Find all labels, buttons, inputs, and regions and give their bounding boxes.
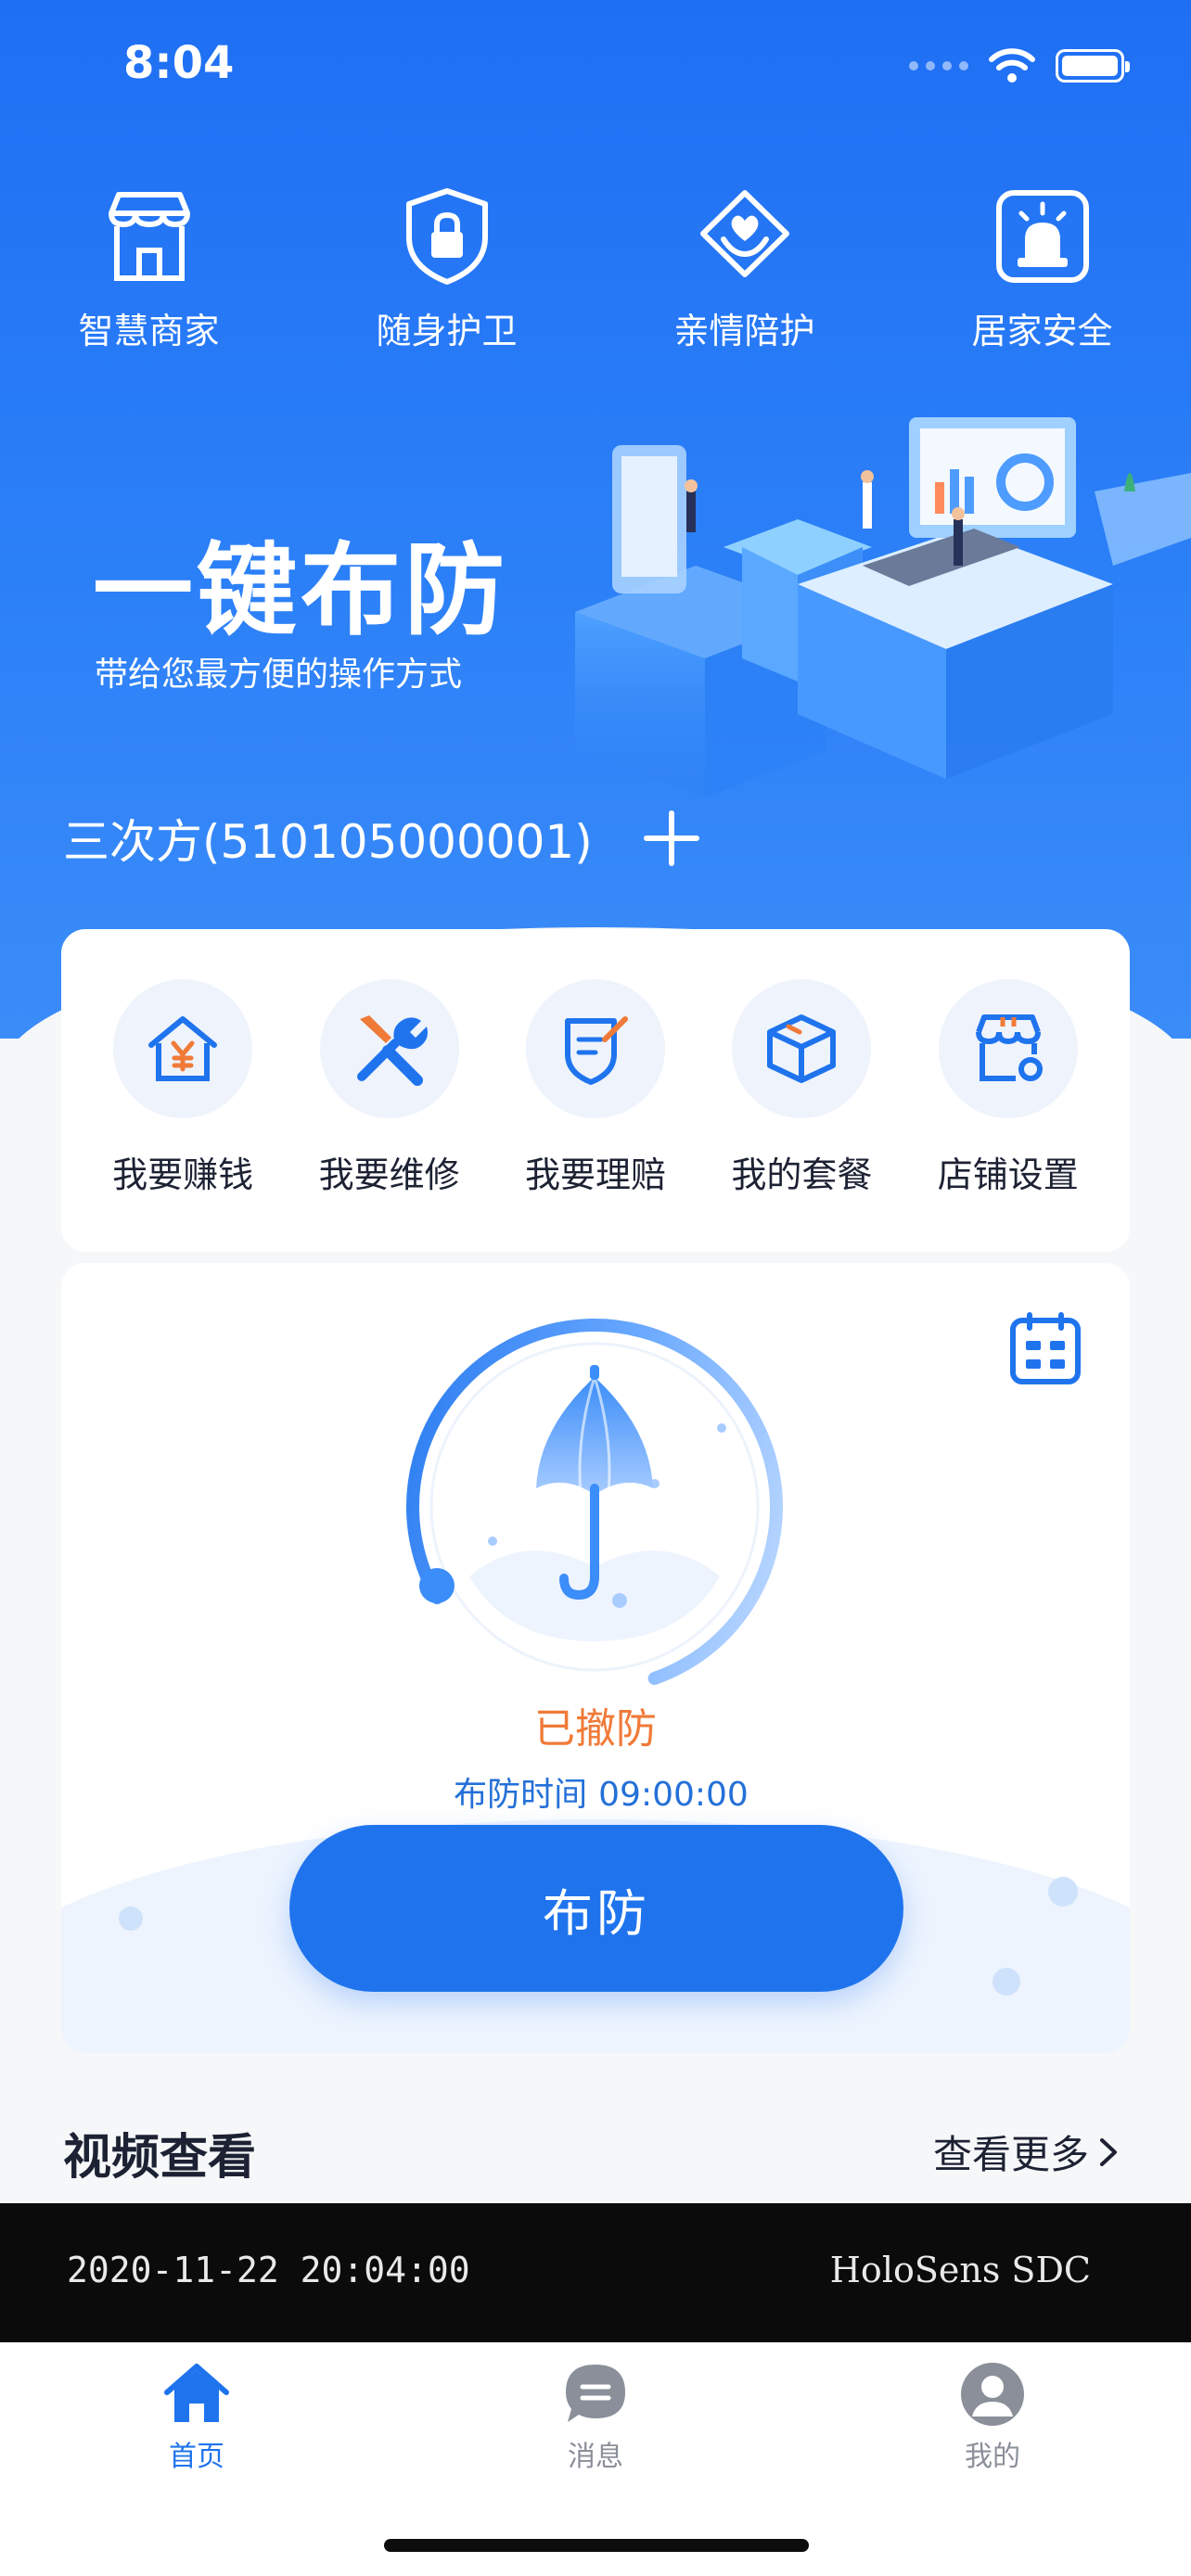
shortcut-label: 居家安全 [971,311,1113,351]
service-icon-circle [113,979,253,1118]
top-shortcuts: 智慧商家 随身护卫 亲情陪护 居家安全 [0,185,1191,353]
decor-bubble [992,1968,1020,1996]
home-indicator[interactable] [384,2539,809,2552]
heart-hands-icon [699,190,789,277]
service-icon-circle [319,979,459,1118]
hero-title: 一键布防 [93,533,509,649]
tab-label: 我的 [965,2441,1020,2473]
decor-bubble [1048,1877,1078,1906]
status-icons [909,48,1130,83]
shortcut-label: 智慧商家 [78,311,220,351]
service-icon-circle [938,979,1078,1118]
store-icon [108,192,190,281]
cellular-signal-icon [909,61,968,70]
home-icon [164,2364,229,2422]
service-label: 店铺设置 [937,1154,1079,1195]
arm-button[interactable]: 布防 [289,1825,903,1992]
service-label: 我的套餐 [731,1154,873,1195]
tab-messages[interactable]: 消息 [503,2361,688,2474]
tab-profile[interactable]: 我的 [900,2361,1085,2474]
arm-panel: 已撤防 布防时间 09:00:00 布防 [61,1263,1130,2053]
package-box-icon [767,1014,837,1083]
claim-shield-icon [564,1016,628,1085]
arm-time-row: 布防时间 09:00:00 [61,1767,1130,1816]
view-more-link[interactable]: 查看更多 [933,2123,1119,2180]
service-card: 我要赚钱 我要维修 我要理赔 我的套餐 店铺设置 [61,929,1130,1252]
arm-time-value: 09:00:00 [598,1776,749,1814]
service-label: 我要赚钱 [112,1154,254,1195]
wifi-icon [989,48,1035,83]
alarm-light-icon [995,190,1089,283]
service-package[interactable]: 我的套餐 [704,979,899,1252]
smart-city-illustration [575,417,1191,797]
service-icon-circle [732,979,872,1118]
device-name: 三次方(510105000001) [63,815,593,869]
shortcut-label: 亲情陪护 [673,311,815,351]
video-preview[interactable]: 2020-11-22 20:04:00 HoloSens SDC [0,2203,1191,2342]
shop-settings-icon [975,1014,1043,1081]
arm-status-dial [406,1319,783,1695]
shortcut-home-security[interactable]: 居家安全 [893,185,1191,353]
service-shop-settings[interactable]: 店铺设置 [911,979,1106,1252]
service-earn-money[interactable]: 我要赚钱 [85,979,280,1252]
shortcut-personal-guard[interactable]: 随身护卫 [298,185,596,353]
arm-time-label: 布防时间 [454,1776,588,1814]
service-repair[interactable]: 我要维修 [292,979,487,1252]
service-icon-circle [525,979,665,1118]
money-house-icon [148,1016,218,1081]
add-icon[interactable] [643,810,700,867]
video-section-title: 视频查看 [63,2130,257,2186]
shortcut-family-care[interactable]: 亲情陪护 [596,185,893,353]
video-brand: HoloSens SDC [829,2250,1091,2290]
status-bar: 8:04 [0,0,1191,130]
shield-lock-icon [405,188,488,285]
service-label: 我要理赔 [524,1154,666,1195]
service-claim[interactable]: 我要理赔 [498,979,693,1252]
shortcut-label: 随身护卫 [376,311,518,351]
shortcut-smart-merchant[interactable]: 智慧商家 [0,185,298,353]
tab-label: 消息 [568,2441,623,2473]
arm-status: 已撤防 [534,1705,657,1753]
calendar-icon[interactable] [1009,1311,1082,1385]
view-more-label: 查看更多 [932,2132,1089,2177]
profile-icon [961,2363,1024,2426]
tab-label: 首页 [169,2441,224,2473]
status-time: 8:04 [123,37,235,89]
tab-home[interactable]: 首页 [104,2361,289,2474]
video-timestamp: 2020-11-22 20:04:00 [67,2250,470,2290]
tools-icon [356,1015,428,1086]
message-icon [566,2365,625,2422]
decor-bubble [119,1906,143,1931]
battery-icon [1056,49,1130,83]
chevron-right-icon [1100,2137,1117,2166]
device-selector[interactable]: 三次方(510105000001) [63,805,700,872]
service-label: 我要维修 [318,1154,460,1195]
hero-subtitle: 带给您最方便的操作方式 [95,656,463,694]
